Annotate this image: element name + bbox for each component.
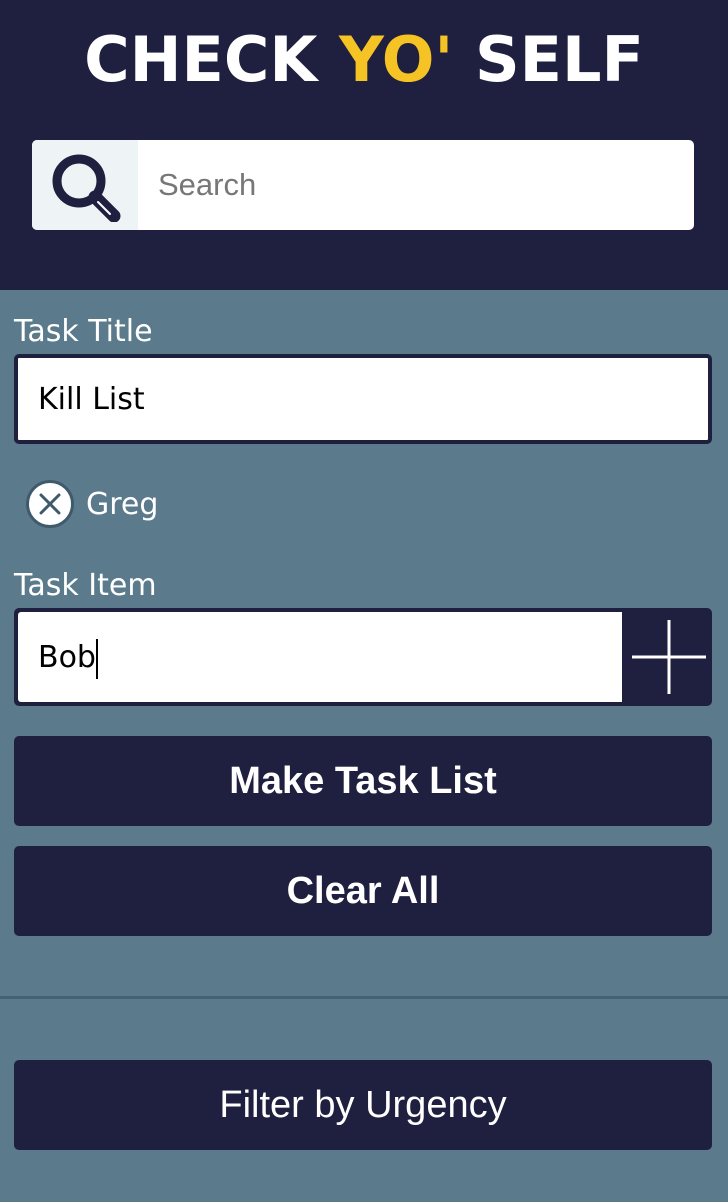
clear-all-button[interactable]: Clear All: [14, 846, 712, 936]
text-caret: [96, 639, 98, 679]
search-bar: [32, 140, 694, 230]
section-divider: [0, 996, 728, 999]
search-input[interactable]: [138, 140, 694, 230]
make-task-list-button[interactable]: Make Task List: [14, 736, 712, 826]
task-item-field: [14, 608, 712, 706]
plus-icon: [632, 620, 706, 694]
pending-item-text: Greg: [86, 486, 159, 522]
task-title-label: Task Title: [14, 314, 153, 349]
app-title-part1: CHECK: [84, 23, 340, 96]
remove-circle-icon[interactable]: [26, 480, 74, 528]
search-icon: [52, 154, 121, 222]
app-title-part2: SELF: [453, 23, 644, 96]
add-item-button[interactable]: [622, 608, 712, 706]
filter-by-urgency-button[interactable]: Filter by Urgency: [14, 1060, 712, 1150]
app-title-accent: YO': [339, 23, 454, 96]
task-item-label: Task Item: [14, 568, 157, 603]
search-icon-button[interactable]: [32, 140, 138, 230]
app-title: CHECK YO' SELF: [0, 22, 728, 98]
task-title-input[interactable]: [14, 354, 712, 444]
task-item-input[interactable]: [18, 612, 622, 702]
pending-item: Greg: [26, 478, 158, 530]
app-header: CHECK YO' SELF: [0, 0, 728, 290]
